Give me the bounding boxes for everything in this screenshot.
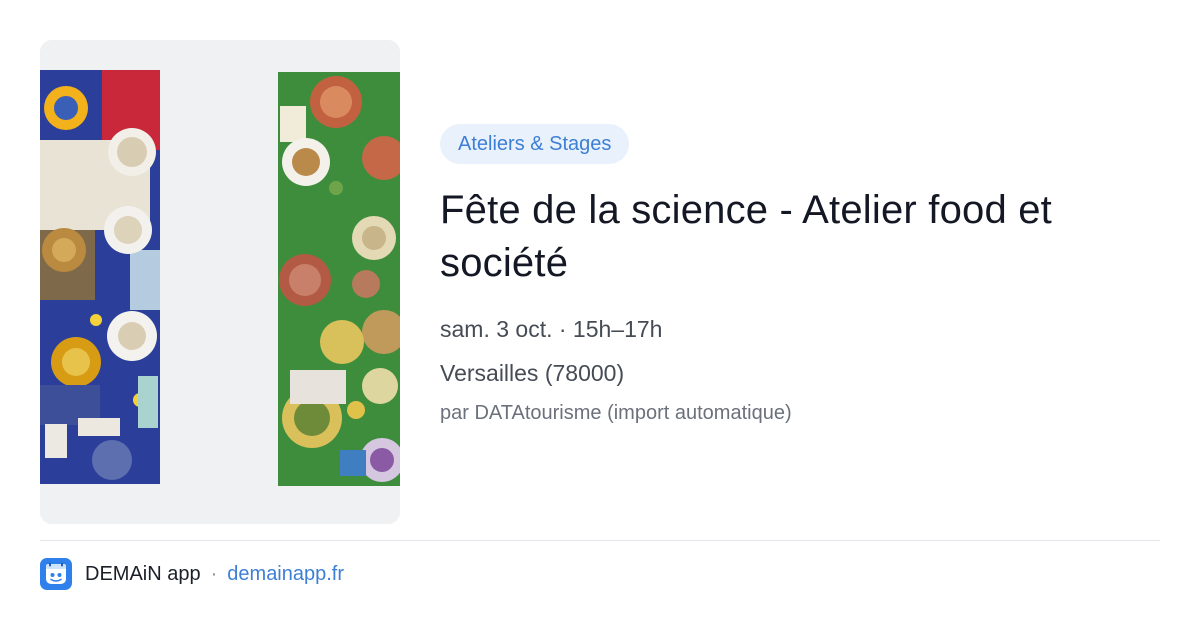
app-name: DEMAiN app <box>85 562 201 585</box>
category-badge[interactable]: Ateliers & Stages <box>440 124 630 164</box>
event-location: Versailles (78000) <box>440 360 625 386</box>
event-source: par DATAtourisme (import automatique) <box>440 402 792 424</box>
event-date-time: sam. 3 oct. · 15h–17h <box>440 316 663 342</box>
footer-separator: · <box>210 562 218 585</box>
app-website-link[interactable]: demainapp.fr <box>227 563 344 586</box>
event-title: Fête de la science - Atelier food et soc… <box>440 188 1052 285</box>
event-image <box>40 40 400 524</box>
left-table-panel <box>40 70 160 484</box>
right-table-panel <box>278 72 400 486</box>
demain-app-logo-icon <box>40 558 72 590</box>
footer: DEMAiN app · demainapp.fr <box>40 557 344 591</box>
event-image-artwork <box>40 40 400 524</box>
share-card: Ateliers & Stages Fête de la science - A… <box>0 0 1200 630</box>
event-details: Ateliers & Stages Fête de la science - A… <box>440 124 1160 426</box>
footer-divider <box>40 540 1160 541</box>
